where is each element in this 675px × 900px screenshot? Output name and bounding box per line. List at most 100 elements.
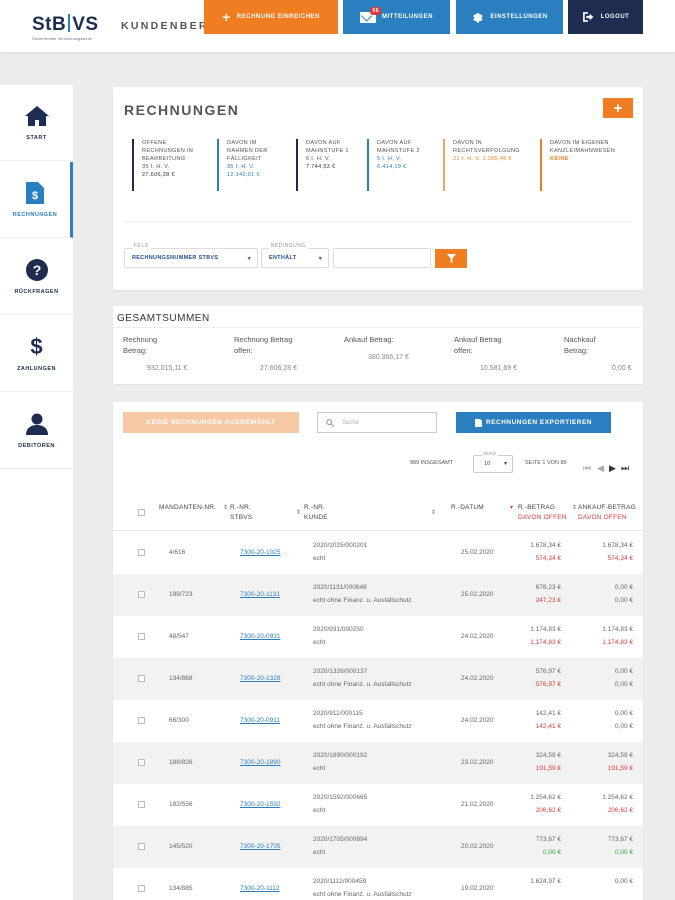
condition-select[interactable]: ENTHÄLT ▾ <box>261 248 329 268</box>
per-page-select[interactable]: ZEIGE 10 ▾ <box>473 451 513 473</box>
table-row[interactable]: 4/616 7300-20-1025 2020/1025/000201 echt 25.… <box>113 532 643 574</box>
table-row[interactable]: 145/520 7300-20-1705 2020/1705/000894 echt 2… <box>113 826 643 868</box>
total-label: Betrag: <box>123 346 148 355</box>
plus-icon: + <box>222 9 231 25</box>
stat-amount: 12.142,01 € <box>227 172 260 178</box>
invoice-amount: 576,97 € <box>535 668 561 675</box>
submit-invoice-button[interactable]: + Rechnung einreichen <box>204 0 338 34</box>
invoice-amount: 142,41 € <box>535 710 561 717</box>
invoice-link[interactable]: 7300-20-0911 <box>240 717 280 724</box>
invoice-type: echt <box>313 639 326 646</box>
sort-icon[interactable]: ⇕ <box>431 509 436 516</box>
total-label: offen: <box>234 346 253 355</box>
sidebar-item-questions[interactable]: ? RÜCKFRAGEN <box>0 239 73 315</box>
gear-icon <box>473 12 483 23</box>
filter-value-input[interactable] <box>333 248 431 268</box>
invoice-type: echt ohne Finanz. u. Ausfallschutz <box>313 681 412 688</box>
row-checkbox[interactable] <box>138 717 145 724</box>
column-header-purchase-amount[interactable]: ANKAUF-BETRAG DAVON OFFEN <box>578 503 636 523</box>
chevron-down-icon: ▾ <box>503 461 507 467</box>
sort-icon[interactable]: ⇕ <box>296 509 301 516</box>
chevron-down-icon: ▾ <box>247 256 251 262</box>
stat-label: BEARBEITUNG <box>142 156 186 162</box>
row-checkbox[interactable] <box>138 549 145 556</box>
column-header-client[interactable]: MANDANTEN-NR. <box>159 503 216 513</box>
stat-dunning-1[interactable]: DAVON AUF MAHNSTUFE 1 6 i. H. v. 7.744,5… <box>296 139 364 191</box>
row-checkbox[interactable] <box>138 843 145 850</box>
client-number: 188/826 <box>169 759 193 766</box>
apply-filter-button[interactable] <box>435 249 467 268</box>
row-checkbox[interactable] <box>138 675 145 682</box>
search-input[interactable]: Suche <box>317 412 437 433</box>
row-checkbox[interactable] <box>138 885 145 892</box>
stat-legal[interactable]: DAVON IN RECHTSVERFOLGUNG 21 i. H. v. 1.… <box>443 139 535 191</box>
no-invoices-selected-button[interactable]: KEINE RECHNUNGEN AUSGEWÄHLT <box>123 412 299 433</box>
stat-own-dunning[interactable]: DAVON IM EIGENEN KANZLEIMAHNWESEN KEINE <box>540 139 635 191</box>
messages-badge: 56 <box>370 6 381 15</box>
invoice-link[interactable]: 7300-20-0931 <box>240 633 280 640</box>
sidebar-item-debtors[interactable]: DEBITOREN <box>0 393 73 469</box>
sidebar-item-payments[interactable]: $ ZAHLUNGEN <box>0 316 73 392</box>
field-select[interactable]: RECHNUNGSNUMMER STBVS ▾ <box>124 248 258 268</box>
invoice-link[interactable]: 7300-20-1592 <box>240 801 280 808</box>
stbvs-logo[interactable]: StB VS Steuerberater Verrechnungsstelle <box>32 14 99 41</box>
export-invoices-button[interactable]: RECHNUNGEN EXPORTIEREN <box>456 412 611 433</box>
settings-button[interactable]: Einstellungen <box>456 0 563 34</box>
invoice-link[interactable]: 7300-20-1890 <box>240 759 280 766</box>
stat-due[interactable]: DAVON IM RAHMEN DER FÄLLIGKEIT 35 i. H. … <box>217 139 293 191</box>
purchase-amount: 0,00 € <box>614 710 633 717</box>
table-row[interactable]: 48/547 7300-20-0931 2020/931/000250 echt 24.… <box>113 616 643 658</box>
purchase-amount-open: 1.174,83 € <box>602 639 633 646</box>
last-page-icon[interactable]: ⏭ <box>621 463 629 474</box>
column-header-date[interactable]: R.-DATUM <box>451 503 484 513</box>
select-all-checkbox[interactable] <box>138 509 145 516</box>
sort-icon[interactable]: ⇕ <box>223 504 228 511</box>
invoice-link[interactable]: 7300-20-1328 <box>240 675 280 682</box>
header-line: KUNDE <box>304 514 328 521</box>
first-page-icon[interactable]: ⏮ <box>583 463 591 474</box>
user-icon <box>25 413 49 435</box>
column-header-rnr-stbvs[interactable]: R.-NR. STBVS <box>230 503 252 523</box>
invoice-link[interactable]: 7300-20-1705 <box>240 843 280 850</box>
total-label: offen: <box>454 346 473 355</box>
invoice-amount-open: 576,97 € <box>535 681 561 688</box>
table-row[interactable]: 66/300 7300-20-0911 2020/911/000115 echt oh… <box>113 700 643 742</box>
stat-dunning-2[interactable]: DAVON AUF MAHNSTUFE 2 5 i. H. v. 6.414,1… <box>367 139 440 191</box>
table-row[interactable]: 182/556 7300-20-1592 2020/1592/000665 echt 2… <box>113 784 643 826</box>
row-checkbox[interactable] <box>138 591 145 598</box>
sidebar-item-label: START <box>26 134 47 141</box>
table-row[interactable]: 134/868 7300-20-1328 2020/1328/000137 echt … <box>113 658 643 700</box>
column-header-amount[interactable]: R.-BETRAG DAVON OFFEN <box>518 503 567 523</box>
invoice-amount-open: 574,34 € <box>535 555 561 562</box>
row-checkbox[interactable] <box>138 759 145 766</box>
page-title: RECHNUNGEN <box>124 102 240 118</box>
next-page-icon[interactable]: ▶ <box>609 463 616 474</box>
invoice-link[interactable]: 7300-20-1112 <box>240 885 280 892</box>
stat-label: DAVON AUF <box>377 140 412 146</box>
prev-page-icon[interactable]: ◀ <box>597 463 604 474</box>
sidebar-item-invoices[interactable]: $ RECHNUNGEN <box>0 162 73 238</box>
invoice-link[interactable]: 7300-20-1025 <box>240 549 280 556</box>
table-row[interactable]: 188/826 7300-20-1890 2020/1890/000192 echt 2… <box>113 742 643 784</box>
invoice-link[interactable]: 7300-20-1131 <box>240 591 280 598</box>
sort-icon[interactable]: ⇕ <box>572 504 577 511</box>
logo-right: VS <box>72 14 99 35</box>
table-row[interactable]: 199/723 7300-20-1131 2020/1131/000648 echt … <box>113 574 643 616</box>
row-checkbox[interactable] <box>138 801 145 808</box>
divider <box>124 221 632 222</box>
add-invoice-button[interactable]: + <box>603 98 633 118</box>
logo-subtitle: Steuerberater Verrechnungsstelle <box>32 37 92 41</box>
filter-icon <box>446 254 456 263</box>
client-number: 134/885 <box>169 885 193 892</box>
table-row[interactable]: 134/885 7300-20-1112 2020/1112/000459 echt … <box>113 868 643 900</box>
messages-button[interactable]: 56 Mitteilungen <box>343 0 450 34</box>
invoice-date: 21.02.2020 <box>461 801 494 808</box>
logout-button[interactable]: Logout <box>568 0 643 34</box>
condition-select-value: ENTHÄLT <box>269 255 297 261</box>
sidebar-item-start[interactable]: START <box>0 85 73 161</box>
stat-open-invoices[interactable]: OFFENE RECHNUNGEN IN BEARBEITUNG 35 i. H… <box>132 139 212 191</box>
sort-desc-icon[interactable]: ▾ <box>510 504 513 511</box>
row-checkbox[interactable] <box>138 633 145 640</box>
column-header-rnr-client[interactable]: R.-NR. KUNDE <box>304 503 328 523</box>
purchase-amount-open: 574,34 € <box>607 555 633 562</box>
